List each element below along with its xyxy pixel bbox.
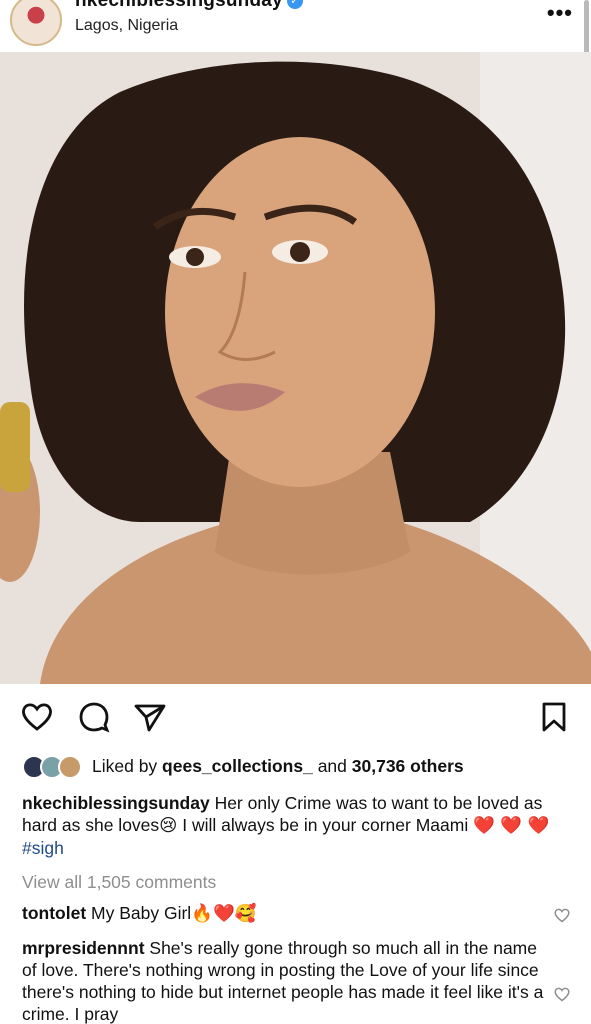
likes-summary[interactable]: Liked by qees_collections_ and 30,736 ot… (22, 755, 577, 780)
liked-by-prefix: Liked by (92, 756, 163, 776)
liker-avatars[interactable] (22, 755, 86, 780)
comment-username[interactable]: tontolet (22, 903, 86, 923)
heart-outline-icon[interactable] (20, 700, 54, 734)
verified-badge-icon: ✓ (286, 0, 303, 9)
comment-username[interactable]: mrpresidennnt (22, 938, 145, 958)
bookmark-icon[interactable] (537, 700, 571, 734)
caption-username[interactable]: nkechiblessingsunday (22, 793, 210, 813)
comment-emojis: 🔥❤️🥰 (191, 904, 257, 924)
comment-item: tontolet My Baby Girl🔥❤️🥰 (22, 902, 577, 925)
small-heart-icon[interactable] (553, 906, 571, 924)
paper-plane-icon[interactable] (133, 700, 167, 734)
liked-by-user[interactable]: qees_collections_ (162, 756, 313, 776)
post-actions (0, 700, 591, 736)
more-options-icon[interactable]: ••• (547, 0, 573, 26)
portrait-image (0, 52, 591, 684)
comment-bubble-icon[interactable] (77, 700, 111, 734)
view-all-comments-link[interactable]: View all 1,505 comments (22, 871, 577, 893)
comment-text: My Baby Girl (86, 903, 192, 923)
username-text[interactable]: nkechiblessingsunday (75, 0, 283, 11)
liked-by-middle: and (312, 756, 352, 776)
hashtag-link[interactable]: #sigh (22, 838, 64, 858)
post-location[interactable]: Lagos, Nigeria (75, 17, 178, 35)
caption-text-2: I will always be in your corner Maami (177, 815, 474, 835)
profile-avatar[interactable] (10, 0, 62, 46)
comment-item: mrpresidennnt She's really gone through … (22, 937, 552, 1024)
crying-emoji: 😢 (159, 816, 178, 836)
post-caption: nkechiblessingsunday Her only Crime was … (22, 792, 577, 859)
likes-count[interactable]: 30,736 others (352, 756, 464, 776)
hearts-emoji: ❤️ ❤️ ❤️ (473, 816, 550, 836)
post-header: nkechiblessingsunday ✓ Lagos, Nigeria ••• (0, 0, 591, 52)
small-heart-icon[interactable] (553, 985, 571, 1003)
post-photo[interactable] (0, 52, 591, 684)
liker-avatar (58, 755, 82, 780)
post-username[interactable]: nkechiblessingsunday ✓ (75, 0, 303, 12)
